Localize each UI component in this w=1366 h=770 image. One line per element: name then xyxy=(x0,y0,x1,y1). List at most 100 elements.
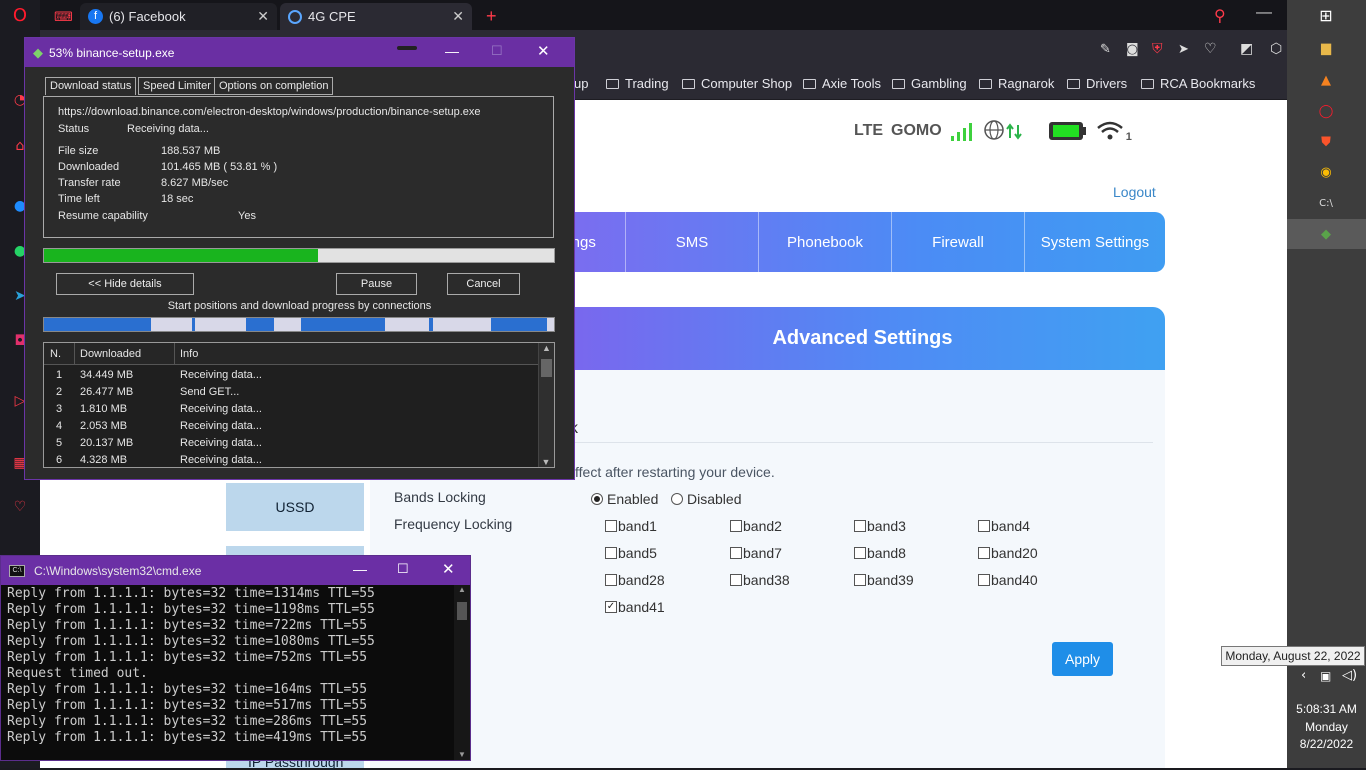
new-tab-button[interactable]: + xyxy=(478,3,502,30)
band-checkbox[interactable]: band1 xyxy=(605,518,657,534)
checkbox-unchecked[interactable] xyxy=(854,520,866,532)
radio-disabled[interactable]: Disabled xyxy=(671,491,741,507)
volume-icon[interactable]: ◁) xyxy=(1342,668,1357,683)
column-header[interactable]: Downloaded xyxy=(80,348,141,360)
scroll-down-icon[interactable]: ▼ xyxy=(539,457,553,467)
column-header[interactable]: Info xyxy=(180,348,198,360)
scroll-up-icon[interactable]: ▲ xyxy=(454,585,470,594)
bookmark-folder[interactable]: Drivers xyxy=(1067,76,1127,91)
nav-firewall[interactable]: Firewall xyxy=(891,212,1024,272)
clock-day[interactable]: Monday xyxy=(1287,720,1366,734)
tab-4g-cpe[interactable]: 4G CPE ✕ xyxy=(280,3,472,30)
vlc-icon[interactable]: ▲ xyxy=(1316,70,1336,90)
scroll-up-icon[interactable]: ▲ xyxy=(539,343,554,353)
radio-enabled[interactable]: Enabled xyxy=(591,491,658,507)
checkbox-unchecked[interactable] xyxy=(605,520,617,532)
scroll-down-icon[interactable]: ▼ xyxy=(454,750,470,759)
close-icon[interactable]: ✕ xyxy=(537,42,550,60)
radio-indicator[interactable] xyxy=(591,493,603,505)
hide-details-button[interactable]: << Hide details xyxy=(56,273,194,295)
checkbox-unchecked[interactable] xyxy=(730,520,742,532)
band-checkbox[interactable]: band38 xyxy=(730,572,790,588)
close-tab-icon[interactable]: ✕ xyxy=(452,8,464,25)
menu-item-ussd[interactable]: USSD xyxy=(226,483,364,531)
column-header[interactable]: N. xyxy=(50,348,61,360)
checkbox-unchecked[interactable] xyxy=(978,520,990,532)
bookmark-folder[interactable]: Ragnarok xyxy=(979,76,1054,91)
cancel-button[interactable]: Cancel xyxy=(447,273,520,295)
file-explorer-icon[interactable]: ▆ xyxy=(1316,38,1336,58)
brave-icon[interactable]: ⛊ xyxy=(1316,132,1336,152)
clock-date[interactable]: 8/22/2022 xyxy=(1287,737,1366,751)
bookmark-folder[interactable]: Axie Tools xyxy=(803,76,881,91)
chrome-icon[interactable]: ◉ xyxy=(1316,162,1336,182)
bookmark-folder[interactable]: Trading xyxy=(606,76,669,91)
extension-icon[interactable]: ◩ xyxy=(1240,41,1253,57)
bookmark-folder[interactable]: Gambling xyxy=(892,76,967,91)
checkbox-checked[interactable]: ✓ xyxy=(605,601,617,613)
tab-download-status[interactable]: Download status xyxy=(45,77,137,95)
nav-system-settings[interactable]: System Settings xyxy=(1024,212,1165,272)
checkbox-unchecked[interactable] xyxy=(854,547,866,559)
tab-speed-limiter[interactable]: Speed Limiter xyxy=(138,77,216,95)
band-checkbox[interactable]: band8 xyxy=(854,545,906,561)
checkbox-unchecked[interactable] xyxy=(605,574,617,586)
radio-indicator[interactable] xyxy=(671,493,683,505)
checkbox-unchecked[interactable] xyxy=(978,574,990,586)
checkbox-unchecked[interactable] xyxy=(854,574,866,586)
checkbox-unchecked[interactable] xyxy=(978,547,990,559)
maximize-icon[interactable]: ☐ xyxy=(397,561,409,577)
scroll-thumb[interactable] xyxy=(457,602,467,620)
checkbox-unchecked[interactable] xyxy=(730,547,742,559)
tab-facebook[interactable]: f (6) Facebook ✕ xyxy=(80,3,277,30)
opera-gx-icon[interactable]: ◯ xyxy=(1316,101,1336,121)
windows-start-icon[interactable]: ⊞ xyxy=(1316,5,1336,25)
band-checkbox[interactable]: band20 xyxy=(978,545,1038,561)
bookmark-folder[interactable]: RCA Bookmarks xyxy=(1141,76,1255,91)
vertical-scrollbar[interactable]: ▲ ▼ xyxy=(454,585,470,760)
bookmark-folder[interactable]: up xyxy=(574,76,588,91)
band-checkbox[interactable]: band2 xyxy=(730,518,782,534)
scroll-thumb[interactable] xyxy=(541,359,552,377)
favorites-heart-icon[interactable]: ♡ xyxy=(10,497,30,517)
logout-link[interactable]: Logout xyxy=(1113,184,1156,200)
minimize-icon[interactable]: — xyxy=(445,43,459,59)
gamer-icon[interactable]: ⌨ xyxy=(46,3,76,30)
band-checkbox[interactable]: band7 xyxy=(730,545,782,561)
apply-button[interactable]: Apply xyxy=(1052,642,1113,676)
band-checkbox[interactable]: band4 xyxy=(978,518,1030,534)
band-checkbox[interactable]: band39 xyxy=(854,572,914,588)
band-checkbox[interactable]: band3 xyxy=(854,518,906,534)
network-tray-icon[interactable]: ▣ xyxy=(1320,669,1331,683)
nav-sms[interactable]: SMS xyxy=(625,212,758,272)
send-icon[interactable]: ➤ xyxy=(1178,42,1189,57)
band-checkbox[interactable]: band5 xyxy=(605,545,657,561)
camera-icon[interactable]: ◙ xyxy=(1126,42,1139,57)
search-tabs-icon[interactable]: ⚲ xyxy=(1214,6,1226,25)
bookmark-folder[interactable]: Computer Shop xyxy=(682,76,792,91)
minimize-icon[interactable]: — xyxy=(353,561,367,577)
vertical-scrollbar[interactable]: ▲ ▼ xyxy=(538,343,554,467)
drag-handle-icon[interactable] xyxy=(397,46,417,50)
minimize-icon[interactable]: — xyxy=(1256,4,1272,22)
tab-options-on-completion[interactable]: Options on completion xyxy=(214,77,334,95)
idm-titlebar[interactable]: ◆ 53% binance-setup.exe — ☐ ✕ xyxy=(25,38,574,67)
bookmark-heart-icon[interactable]: ♡ xyxy=(1204,41,1217,57)
nav-phonebook[interactable]: Phonebook xyxy=(758,212,891,272)
cmd-titlebar[interactable]: C:\ C:\Windows\system32\cmd.exe — ☐ ✕ xyxy=(1,556,470,585)
cube-icon[interactable]: ⬡ xyxy=(1270,41,1282,57)
band-checkbox[interactable]: band40 xyxy=(978,572,1038,588)
checkbox-unchecked[interactable] xyxy=(730,574,742,586)
opera-logo-icon[interactable]: O xyxy=(10,5,30,26)
close-icon[interactable]: ✕ xyxy=(442,560,455,578)
band-checkbox[interactable]: ✓ band41 xyxy=(605,599,665,615)
adblock-shield-icon[interactable]: ⛨ xyxy=(1152,41,1163,57)
checkbox-unchecked[interactable] xyxy=(605,547,617,559)
pause-button[interactable]: Pause xyxy=(336,273,417,295)
cmd-icon[interactable]: C:\ xyxy=(1316,193,1336,213)
idm-icon[interactable]: ◆ xyxy=(1316,224,1336,244)
clock-time[interactable]: 5:08:31 AM xyxy=(1287,702,1366,716)
tray-chevron-icon[interactable]: ‹ xyxy=(1301,668,1306,683)
close-tab-icon[interactable]: ✕ xyxy=(257,8,269,25)
band-checkbox[interactable]: band28 xyxy=(605,572,665,588)
